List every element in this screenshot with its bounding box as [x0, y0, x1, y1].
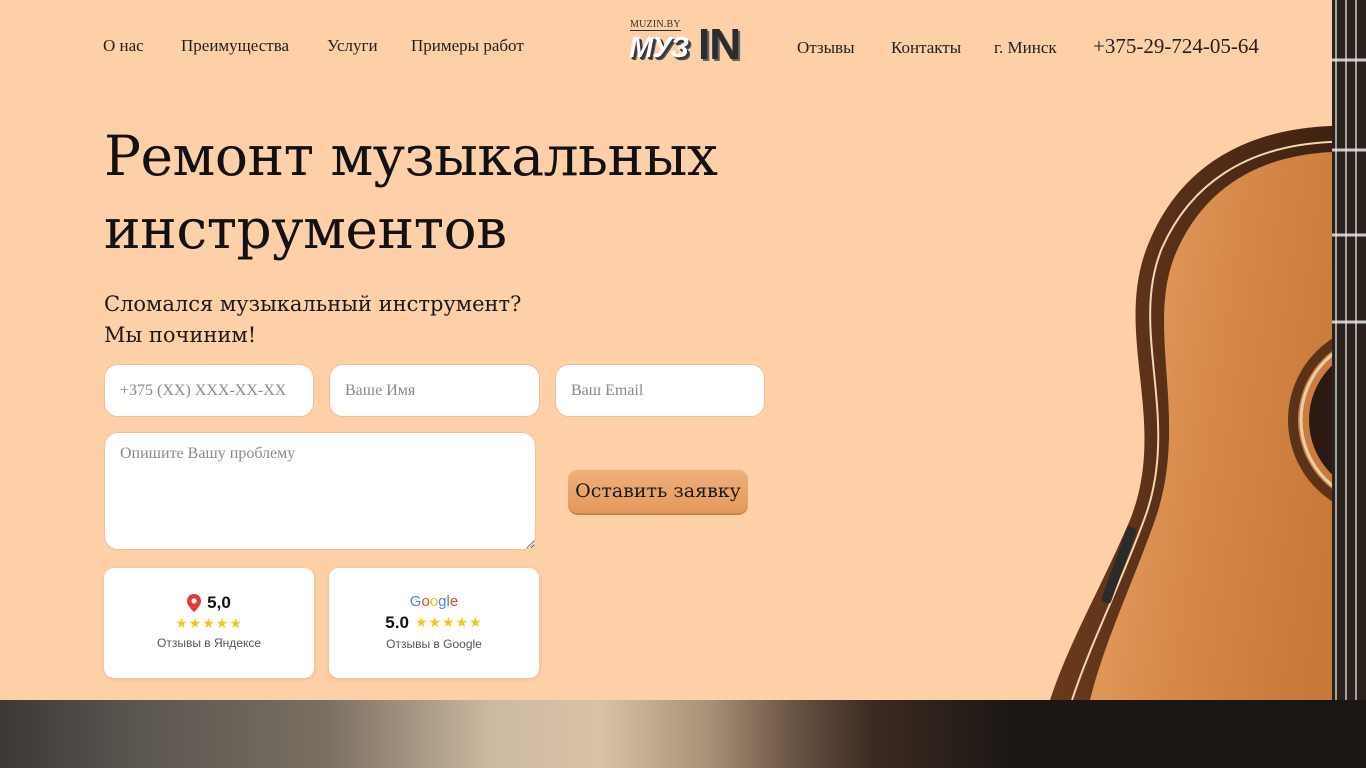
- google-stars: ★★★★★: [414, 615, 483, 631]
- yandex-reviews-label: Отзывы в Яндексе: [156, 636, 262, 650]
- nav-services[interactable]: Услуги: [327, 36, 378, 56]
- site-logo[interactable]: MUZIN.BY МУЗ IN: [628, 18, 742, 69]
- nav-about[interactable]: О нас: [103, 36, 144, 56]
- nav-portfolio[interactable]: Примеры работ: [411, 36, 524, 56]
- next-section-background: [0, 700, 1366, 768]
- hero-subtitle-line1: Сломался музыкальный инструмент?: [104, 292, 522, 316]
- logo-brand-muz: МУЗ: [629, 32, 689, 64]
- nav-contacts[interactable]: Контакты: [891, 38, 961, 58]
- google-reviews-card[interactable]: Google 5.0 ★★★★★ Отзывы в Google: [329, 568, 539, 678]
- google-reviews-label: Отзывы в Google: [386, 637, 482, 651]
- yandex-reviews-card[interactable]: 5,0 ★★★★★ Отзывы в Яндексе: [104, 568, 314, 678]
- yandex-rating: 5,0: [207, 593, 231, 612]
- yandex-stars: ★★★★★: [175, 616, 243, 632]
- google-rating: 5.0: [385, 613, 409, 632]
- map-pin-icon: [187, 594, 202, 612]
- email-input[interactable]: [555, 364, 765, 417]
- name-input[interactable]: [329, 364, 540, 417]
- google-logo-text: Google: [409, 593, 459, 610]
- nav-reviews[interactable]: Отзывы: [797, 38, 855, 58]
- hero-title-line1: Ремонт музыкальных: [104, 124, 718, 188]
- google-logo: Google: [329, 591, 539, 610]
- nav-advantages[interactable]: Преимущества: [181, 36, 289, 56]
- guitar-image: [1050, 0, 1366, 700]
- problem-textarea[interactable]: [104, 432, 536, 550]
- logo-domain: MUZIN.BY: [630, 19, 681, 31]
- hero-subtitle-line2: Мы починим!: [104, 323, 257, 347]
- hero-title-line2: инструментов: [104, 197, 507, 261]
- hero-title: Ремонт музыкальных инструментов: [104, 120, 724, 266]
- hero-subtitle: Сломался музыкальный инструмент? Мы почи…: [104, 289, 521, 351]
- logo-brand-in: IN: [698, 20, 741, 69]
- submit-request-button[interactable]: Оставить заявку: [568, 469, 748, 513]
- phone-input[interactable]: [104, 364, 314, 417]
